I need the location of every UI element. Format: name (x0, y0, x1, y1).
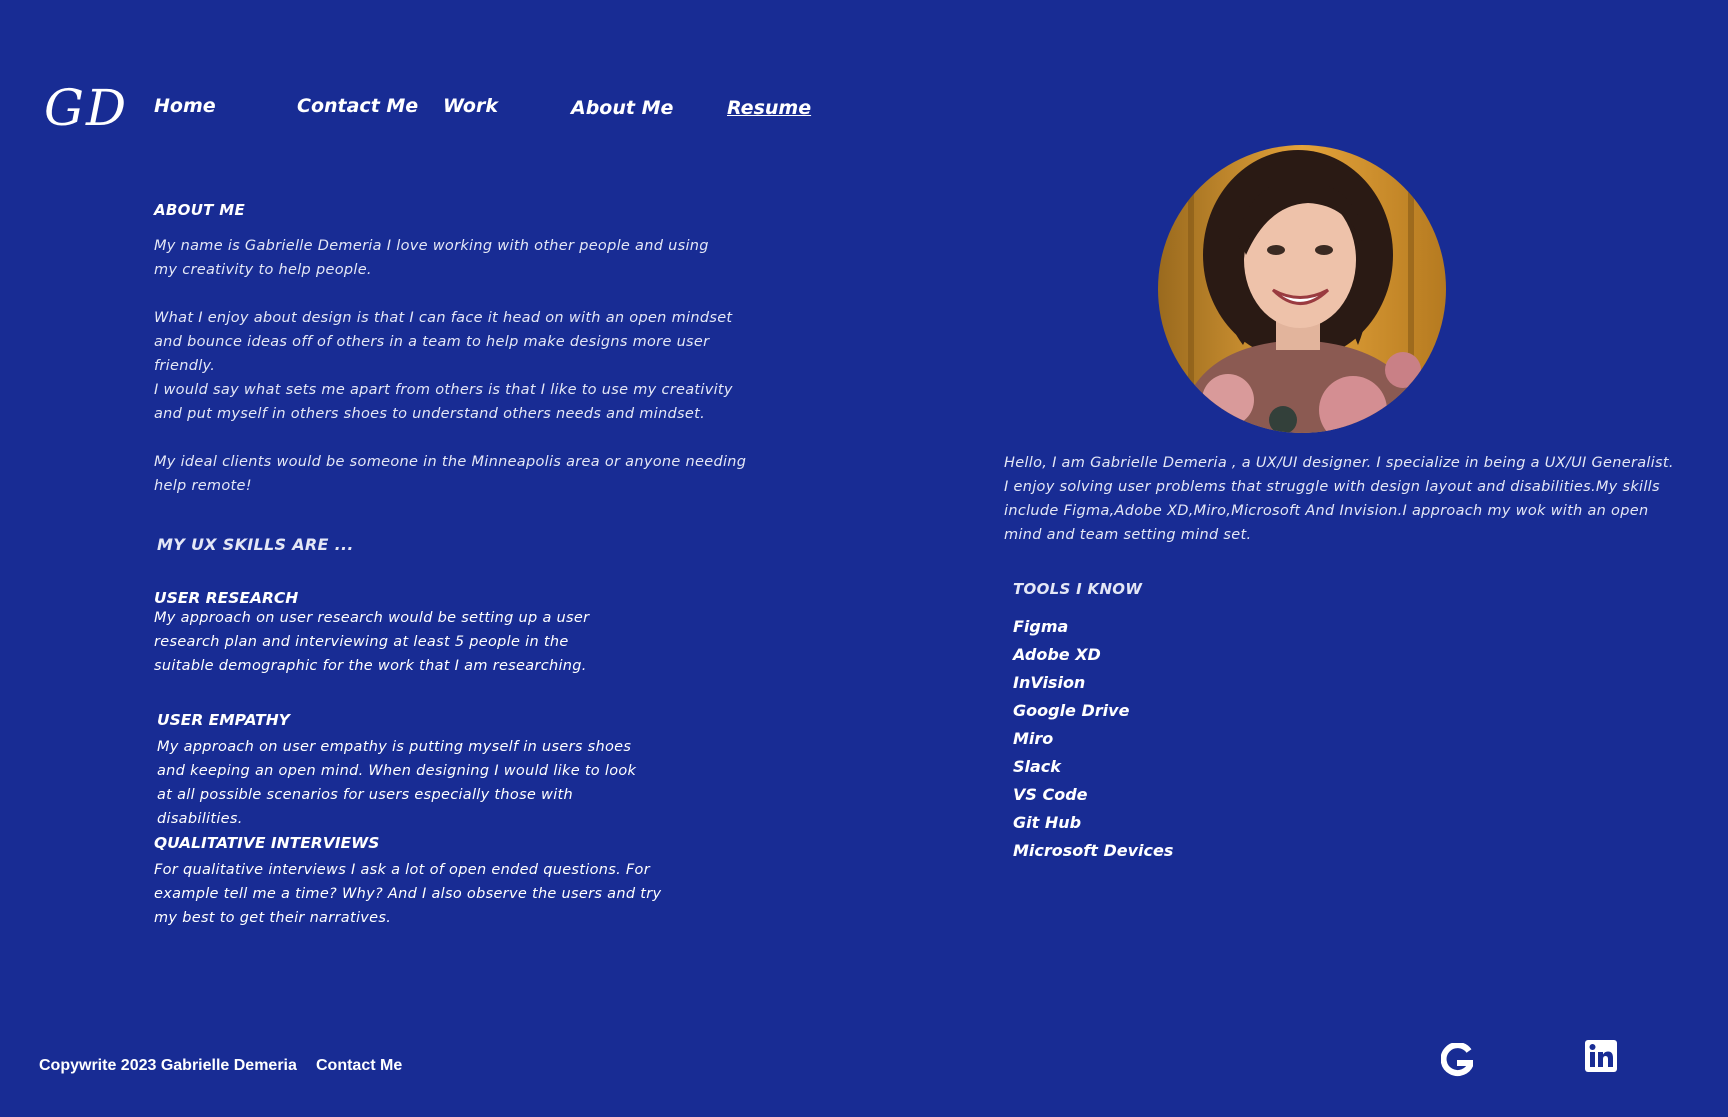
footer-contact-link[interactable]: Contact Me (316, 1057, 402, 1075)
tool-item-git-hub: Git Hub (1013, 813, 1082, 832)
skill-text-user-research: My approach on user research would be se… (154, 610, 590, 674)
about-paragraph-1: My name is Gabrielle Demeria I love work… (154, 238, 709, 278)
about-paragraph-3: I would say what sets me apart from othe… (154, 382, 733, 422)
profile-photo-image (1158, 145, 1446, 433)
about-title: ABOUT ME (154, 201, 246, 219)
skills-heading: MY UX SKILLS ARE ... (157, 535, 354, 554)
skill-title-user-empathy: USER EMPATHY (157, 711, 290, 729)
tool-item-vs-code: VS Code (1013, 785, 1088, 804)
intro-text: Hello, I am Gabrielle Demeria , a UX/UI … (1004, 455, 1674, 543)
tool-item-invision: InVision (1013, 673, 1086, 692)
tool-item-slack: Slack (1013, 757, 1061, 776)
nav-work-link[interactable]: Work (443, 95, 498, 117)
nav-contact-link[interactable]: Contact Me (297, 95, 418, 117)
nav-about-link[interactable]: About Me (571, 97, 673, 119)
google-icon[interactable] (1440, 1042, 1476, 1079)
tool-item-miro: Miro (1013, 729, 1054, 748)
about-paragraph-4: My ideal clients would be someone in the… (154, 454, 747, 494)
nav-resume-link[interactable]: Resume (727, 97, 811, 119)
tools-list: Figma Adobe XD InVision Google Drive Mir… (1013, 613, 1173, 865)
skill-title-user-research: USER RESEARCH (154, 589, 299, 607)
tool-item-figma: Figma (1013, 617, 1069, 636)
tools-title: TOOLS I KNOW (1013, 580, 1143, 598)
about-paragraph-2: What I enjoy about design is that I can … (154, 310, 733, 374)
skill-text-qualitative-interviews: For qualitative interviews I ask a lot o… (154, 862, 662, 926)
tool-item-google-drive: Google Drive (1013, 701, 1130, 720)
skill-title-qualitative-interviews: QUALITATIVE INTERVIEWS (154, 834, 380, 852)
skill-text-user-empathy: My approach on user empathy is putting m… (157, 739, 637, 827)
linkedin-icon[interactable] (1585, 1040, 1617, 1072)
nav-home-link[interactable]: Home (154, 95, 216, 117)
footer-copyright: Copywrite 2023 Gabrielle Demeria (39, 1057, 297, 1074)
tool-item-microsoft-devices: Microsoft Devices (1013, 841, 1174, 860)
site-logo[interactable]: GD (44, 78, 128, 138)
tool-item-adobe-xd: Adobe XD (1013, 645, 1101, 664)
profile-photo (1158, 145, 1446, 433)
